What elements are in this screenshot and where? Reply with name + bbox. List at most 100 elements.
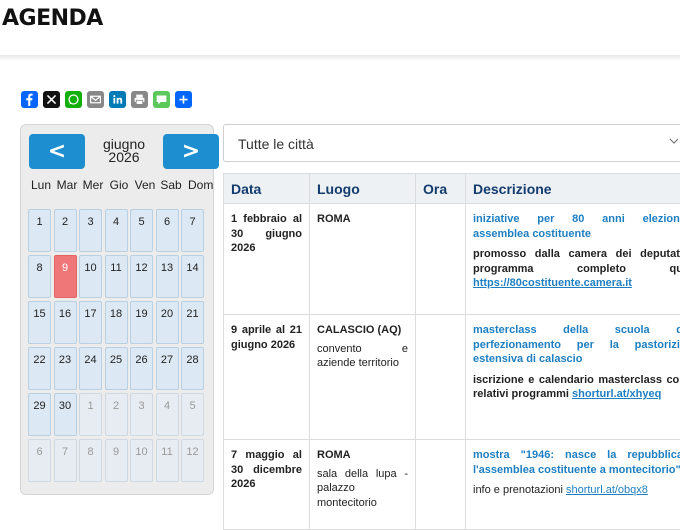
calendar-day[interactable]: 11: [156, 439, 179, 482]
calendar-day[interactable]: 1: [28, 209, 51, 252]
event-link[interactable]: shorturl.at/xhyeq: [572, 388, 661, 400]
event-body: promosso dalla camera dei deputati. prog…: [473, 247, 680, 291]
event-venue: convento e aziende territorio: [317, 342, 408, 371]
event-link[interactable]: shorturl.at/obqx8: [566, 484, 648, 496]
calendar-day[interactable]: 18: [105, 301, 128, 344]
calendar-day-today[interactable]: 9: [54, 255, 77, 298]
table-header-row: Data Luogo Ora Descrizione: [224, 174, 680, 204]
weekday-label: Gio: [106, 179, 132, 192]
email-share-button[interactable]: [87, 91, 104, 108]
month-label: giugno 2026: [87, 138, 161, 164]
calendar-day[interactable]: 8: [28, 255, 51, 298]
calendar-day[interactable]: 12: [130, 255, 153, 298]
days-grid: 1234567891011121314151617181920212223242…: [28, 209, 204, 482]
x-share-button[interactable]: [43, 91, 60, 108]
event-title[interactable]: iniziative per 80 anni elezione assemble…: [473, 212, 680, 241]
event-venue: sala della lupa - palazzo montecitorio: [317, 467, 408, 511]
calendar-day[interactable]: 17: [79, 301, 102, 344]
linkedin-icon: [111, 93, 124, 106]
event-place: ROMAsala della lupa - palazzo montecitor…: [310, 440, 416, 530]
calendar-day[interactable]: 7: [181, 209, 204, 252]
calendar-day[interactable]: 24: [79, 347, 102, 390]
weekday-label: Ven: [132, 179, 158, 192]
calendar-day[interactable]: 2: [54, 209, 77, 252]
calendar-day[interactable]: 28: [181, 347, 204, 390]
weekday-label: Mer: [80, 179, 106, 192]
page-title: AGENDA: [2, 6, 103, 31]
calendar-day[interactable]: 26: [130, 347, 153, 390]
message-share-button[interactable]: [153, 91, 170, 108]
title-divider: [0, 55, 680, 61]
share-plus-icon: [177, 93, 190, 106]
event-time: [416, 315, 466, 440]
chevron-down-icon: [668, 135, 680, 147]
whatsapp-share-button[interactable]: [65, 91, 82, 108]
linkedin-share-button[interactable]: [109, 91, 126, 108]
calendar-day[interactable]: 8: [79, 439, 102, 482]
calendar-day[interactable]: 10: [130, 439, 153, 482]
calendar-day[interactable]: 3: [79, 209, 102, 252]
event-description: iniziative per 80 anni elezione assemble…: [466, 204, 680, 315]
calendar-day[interactable]: 7: [54, 439, 77, 482]
calendar-day[interactable]: 4: [156, 393, 179, 436]
calendar-day[interactable]: 6: [156, 209, 179, 252]
event-city: ROMA: [317, 212, 408, 227]
calendar-day[interactable]: 27: [156, 347, 179, 390]
event-time: [416, 204, 466, 315]
event-time: [416, 440, 466, 530]
calendar-day[interactable]: 1: [79, 393, 102, 436]
event-title[interactable]: masterclass della scuola di perfezioname…: [473, 323, 680, 367]
events-body: 1 febbraio al 30 giugno 2026ROMAiniziati…: [224, 204, 680, 530]
print-icon: [133, 93, 146, 106]
calendar-day[interactable]: 10: [79, 255, 102, 298]
header-place: Luogo: [310, 174, 416, 204]
weekday-header: Lun Mar Mer Gio Ven Sab Dom: [28, 179, 210, 192]
calendar-day[interactable]: 23: [54, 347, 77, 390]
print-share-button[interactable]: [131, 91, 148, 108]
event-body: iscrizione e calendario masterclass con …: [473, 373, 680, 402]
prev-month-button[interactable]: <: [29, 134, 85, 169]
calendar-day[interactable]: 3: [130, 393, 153, 436]
weekday-label: Mar: [54, 179, 80, 192]
event-body: info e prenotazioni shorturl.at/obqx8: [473, 483, 680, 498]
weekday-label: Lun: [28, 179, 54, 192]
event-place: ROMA: [310, 204, 416, 315]
calendar-day[interactable]: 11: [105, 255, 128, 298]
calendar-day[interactable]: 5: [130, 209, 153, 252]
calendar-day[interactable]: 19: [130, 301, 153, 344]
calendar-day[interactable]: 20: [156, 301, 179, 344]
calendar-day[interactable]: 5: [181, 393, 204, 436]
event-date: 7 maggio al 30 dicembre 2026: [224, 440, 310, 530]
calendar-day[interactable]: 6: [28, 439, 51, 482]
calendar-day[interactable]: 25: [105, 347, 128, 390]
calendar-day[interactable]: 13: [156, 255, 179, 298]
facebook-icon: [23, 93, 36, 106]
calendar-day[interactable]: 9: [105, 439, 128, 482]
events-table: Data Luogo Ora Descrizione 1 febbraio al…: [223, 173, 680, 530]
calendar-day[interactable]: 29: [28, 393, 51, 436]
event-body-text: promosso dalla camera dei deputati. prog…: [473, 248, 680, 275]
city-select[interactable]: Tutte le città: [223, 124, 680, 162]
calendar: < giugno 2026 > Lun Mar Mer Gio Ven Sab …: [20, 124, 214, 495]
month-year: 2026: [87, 151, 161, 164]
calendar-day[interactable]: 22: [28, 347, 51, 390]
event-place: CALASCIO (AQ) convento e aziende territor…: [310, 315, 416, 440]
calendar-day[interactable]: 14: [181, 255, 204, 298]
x-icon: [45, 93, 58, 106]
next-month-button[interactable]: >: [163, 134, 219, 169]
calendar-day[interactable]: 12: [181, 439, 204, 482]
event-link[interactable]: https://80costituente.camera.it: [473, 277, 632, 289]
event-title[interactable]: mostra "1946: nasce la repubblica. l'ass…: [473, 448, 680, 477]
facebook-share-button[interactable]: [21, 91, 38, 108]
calendar-day[interactable]: 4: [105, 209, 128, 252]
calendar-day[interactable]: 30: [54, 393, 77, 436]
calendar-day[interactable]: 2: [105, 393, 128, 436]
event-description: mostra "1946: nasce la repubblica. l'ass…: [466, 440, 680, 530]
event-city: CALASCIO (AQ): [317, 323, 408, 338]
share-more-button[interactable]: [175, 91, 192, 108]
calendar-day[interactable]: 16: [54, 301, 77, 344]
table-row: 1 febbraio al 30 giugno 2026ROMAiniziati…: [224, 204, 680, 315]
calendar-day[interactable]: 15: [28, 301, 51, 344]
whatsapp-icon: [67, 93, 80, 106]
calendar-day[interactable]: 21: [181, 301, 204, 344]
